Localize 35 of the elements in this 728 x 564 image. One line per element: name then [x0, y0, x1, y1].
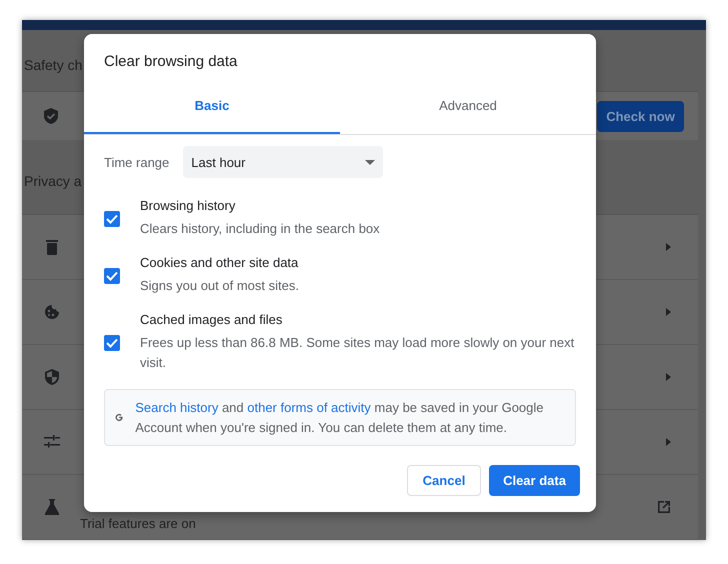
tab[interactable]: Basic	[84, 83, 340, 134]
shield-check-icon	[44, 108, 58, 124]
clear-data-button[interactable]: Clear data	[489, 465, 580, 496]
trash-icon	[44, 239, 60, 255]
sliders-icon	[44, 435, 60, 449]
cookie-icon	[44, 304, 60, 320]
option-label: Cookies and other site data	[140, 255, 300, 270]
shield-icon	[44, 369, 60, 385]
option-description: Clears history, including in the search box	[140, 220, 381, 238]
arrow-icon[interactable]	[666, 373, 671, 381]
row-subtitle: Trial features are on	[80, 516, 196, 531]
notice-text: Search history and other forms of activity may be saved in your Google Account when you're signed in. You can delete them at any time.	[135, 398, 545, 437]
cancel-button[interactable]: Cancel	[407, 465, 481, 496]
time-range-dropdown[interactable]: Last hour	[183, 146, 384, 178]
dialog-title: Clear browsing data	[103, 52, 238, 72]
section-heading: Safety ch	[24, 57, 82, 73]
checkbox[interactable]	[104, 334, 120, 350]
option-label: Browsing history	[140, 198, 236, 213]
check-now-button[interactable]: Check now	[597, 100, 684, 132]
checkbox[interactable]	[104, 210, 120, 226]
checkbox[interactable]	[104, 268, 120, 284]
link[interactable]: other forms of activity	[247, 400, 371, 414]
option-description: Signs you out of most sites.	[140, 277, 300, 295]
arrow-icon[interactable]	[666, 438, 671, 446]
time-range-label: Time range	[104, 154, 170, 170]
arrow-icon[interactable]	[666, 243, 671, 251]
flask-icon	[44, 499, 60, 515]
dropdown-caret-icon	[365, 160, 376, 164]
option-description: Frees up less than 86.8 MB. Some sites may load more slowly on your next visit.	[140, 334, 576, 372]
option-label: Cached images and files	[140, 312, 284, 327]
arrow-icon[interactable]	[666, 308, 671, 316]
section-heading: Privacy a	[24, 172, 82, 189]
link[interactable]: Search history	[135, 400, 218, 414]
tab[interactable]: Advanced	[340, 83, 596, 134]
external-link-icon[interactable]	[657, 500, 671, 514]
